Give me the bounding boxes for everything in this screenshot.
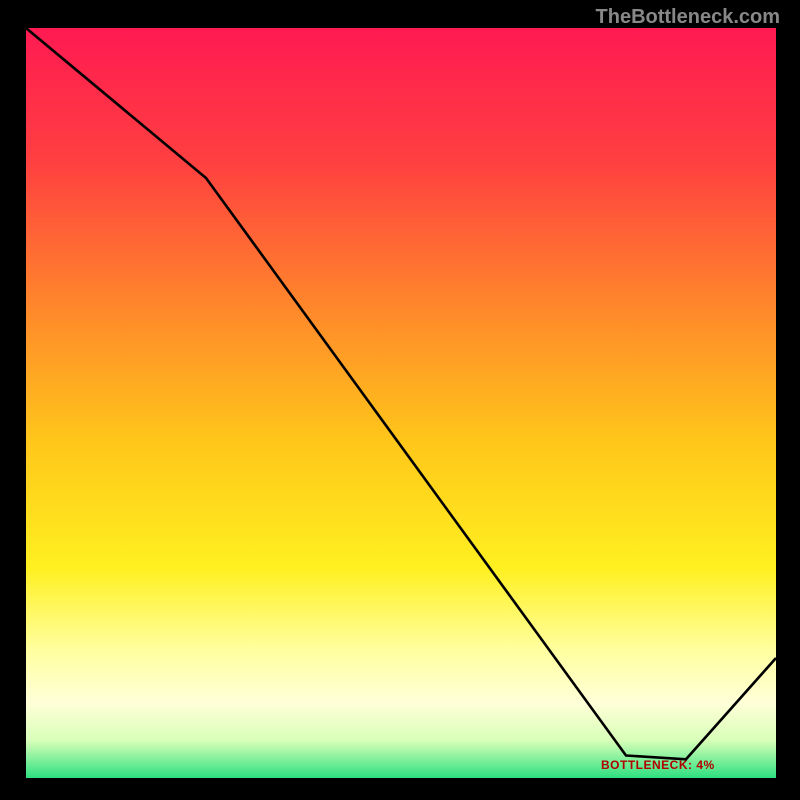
bottleneck-value-label: BOTTLENECK: 4% [601, 758, 715, 772]
watermark-text: TheBottleneck.com [596, 6, 780, 29]
gradient-background [26, 28, 776, 778]
chart-svg [26, 28, 776, 778]
chart-area [26, 28, 776, 778]
